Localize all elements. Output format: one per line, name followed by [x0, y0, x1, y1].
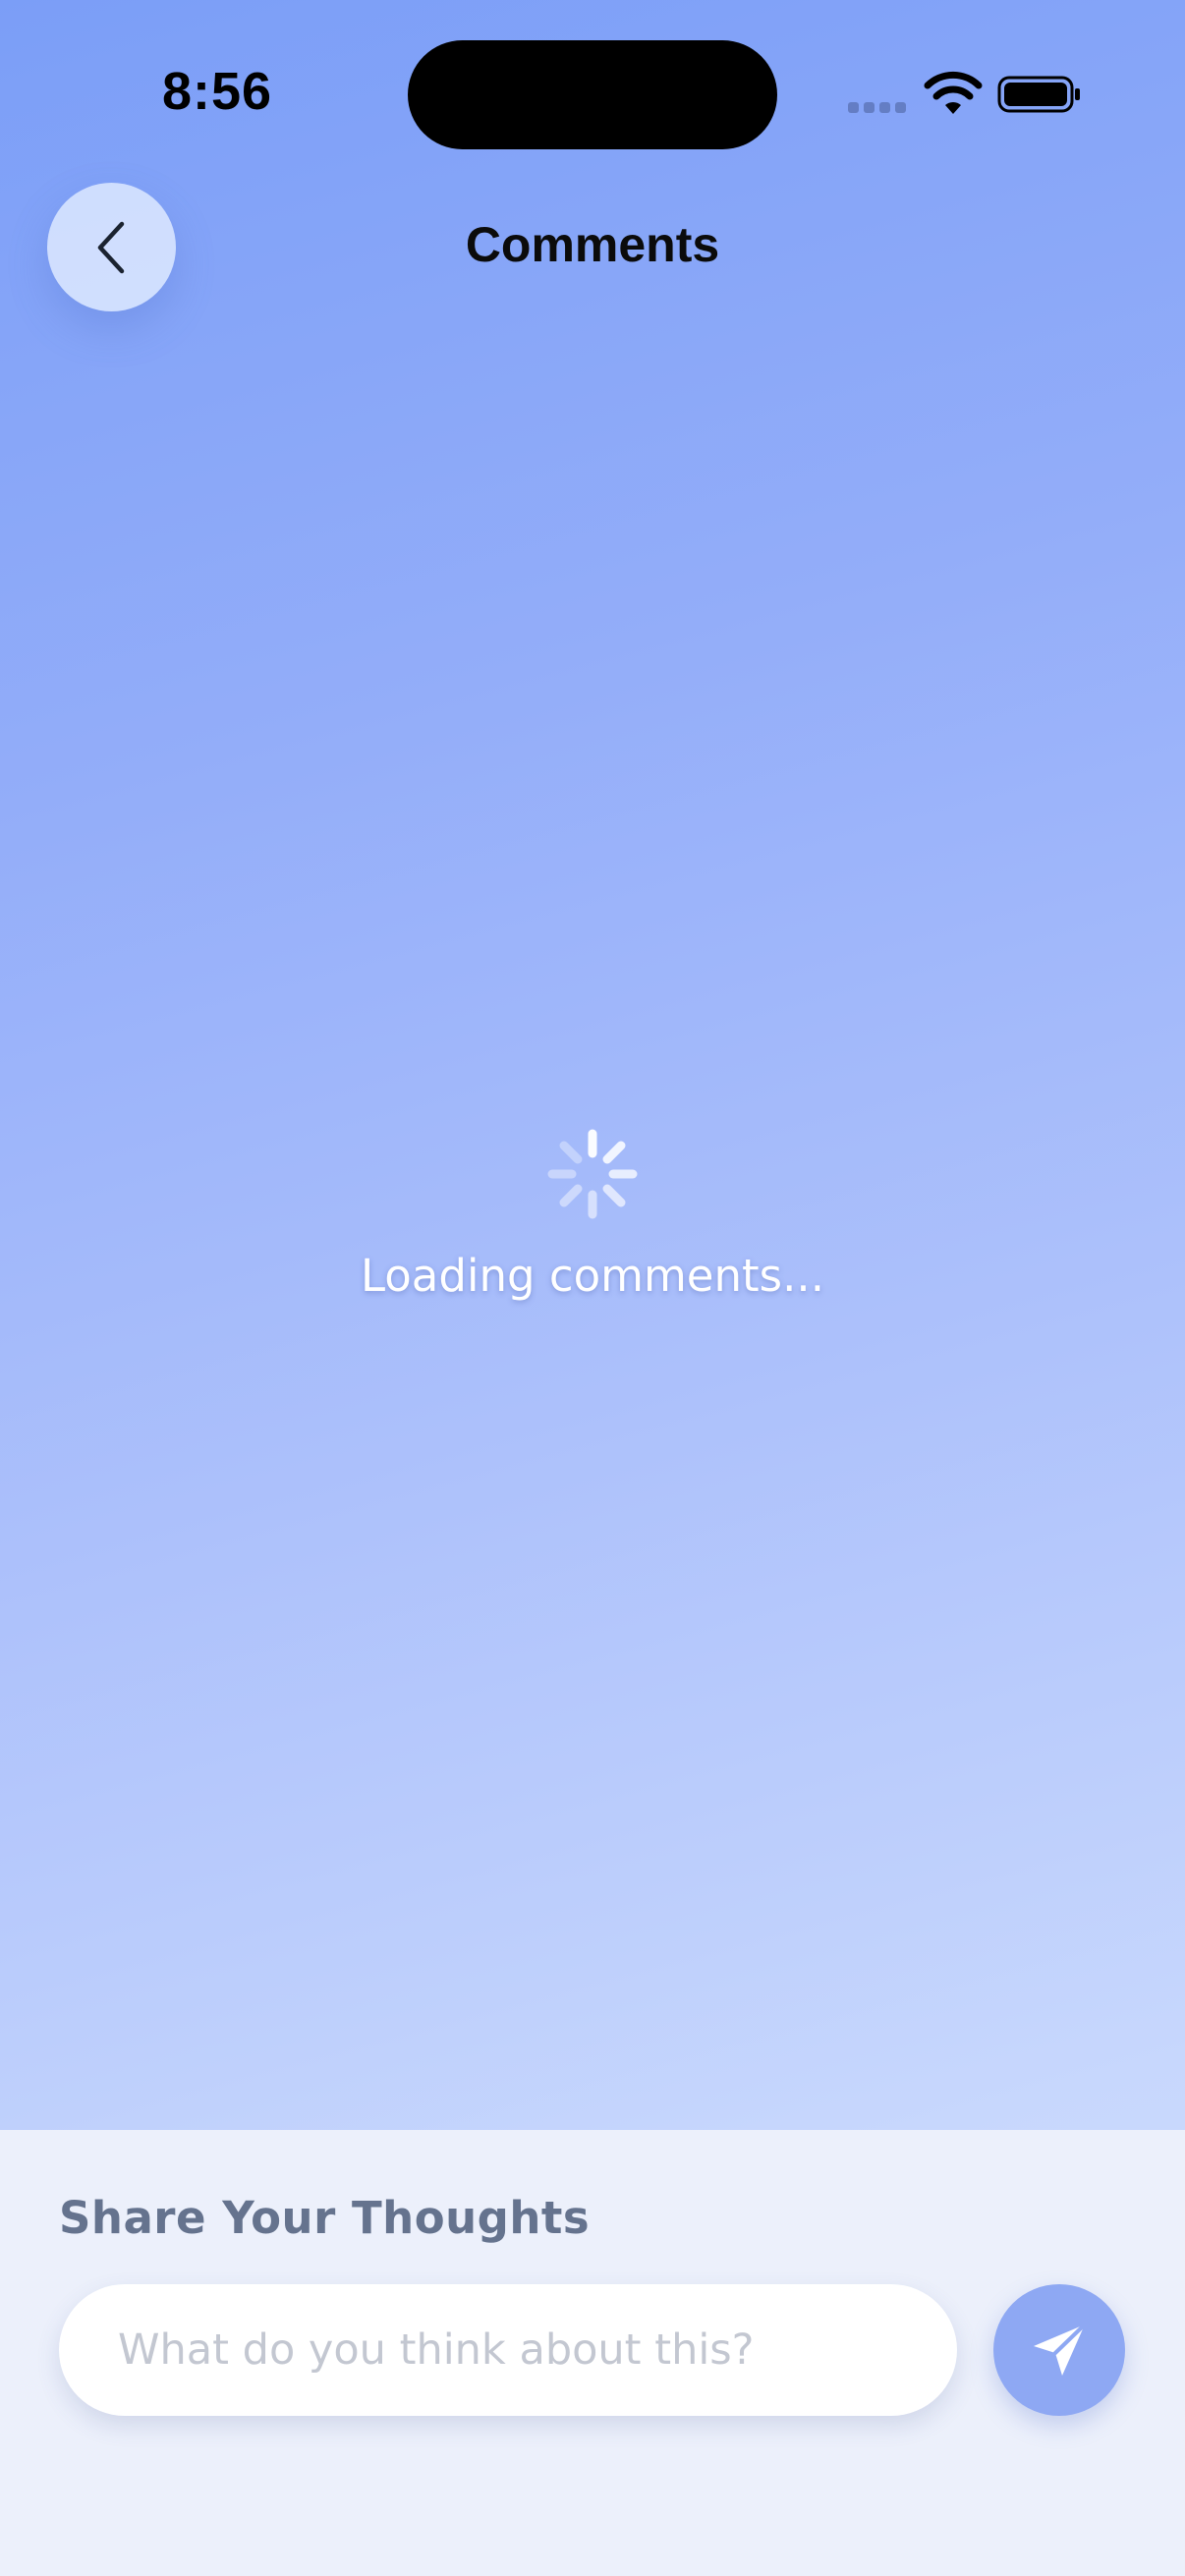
- dynamic-island: [408, 40, 777, 149]
- wifi-icon: [924, 71, 983, 114]
- loading-status-text: Loading comments...: [361, 1250, 824, 1302]
- paper-plane-icon: [1034, 2323, 1087, 2376]
- send-button[interactable]: [993, 2284, 1125, 2416]
- activity-spinner-icon: [547, 1129, 638, 1219]
- battery-icon: [997, 76, 1080, 113]
- page-title: Comments: [465, 217, 720, 272]
- status-bar: 8:56: [0, 0, 1185, 149]
- comment-composer: Share Your Thoughts: [0, 2130, 1185, 2576]
- status-time: 8:56: [162, 62, 273, 121]
- comment-input[interactable]: [59, 2284, 957, 2416]
- composer-heading: Share Your Thoughts: [59, 2192, 591, 2244]
- cellular-signal-icon: [848, 102, 907, 116]
